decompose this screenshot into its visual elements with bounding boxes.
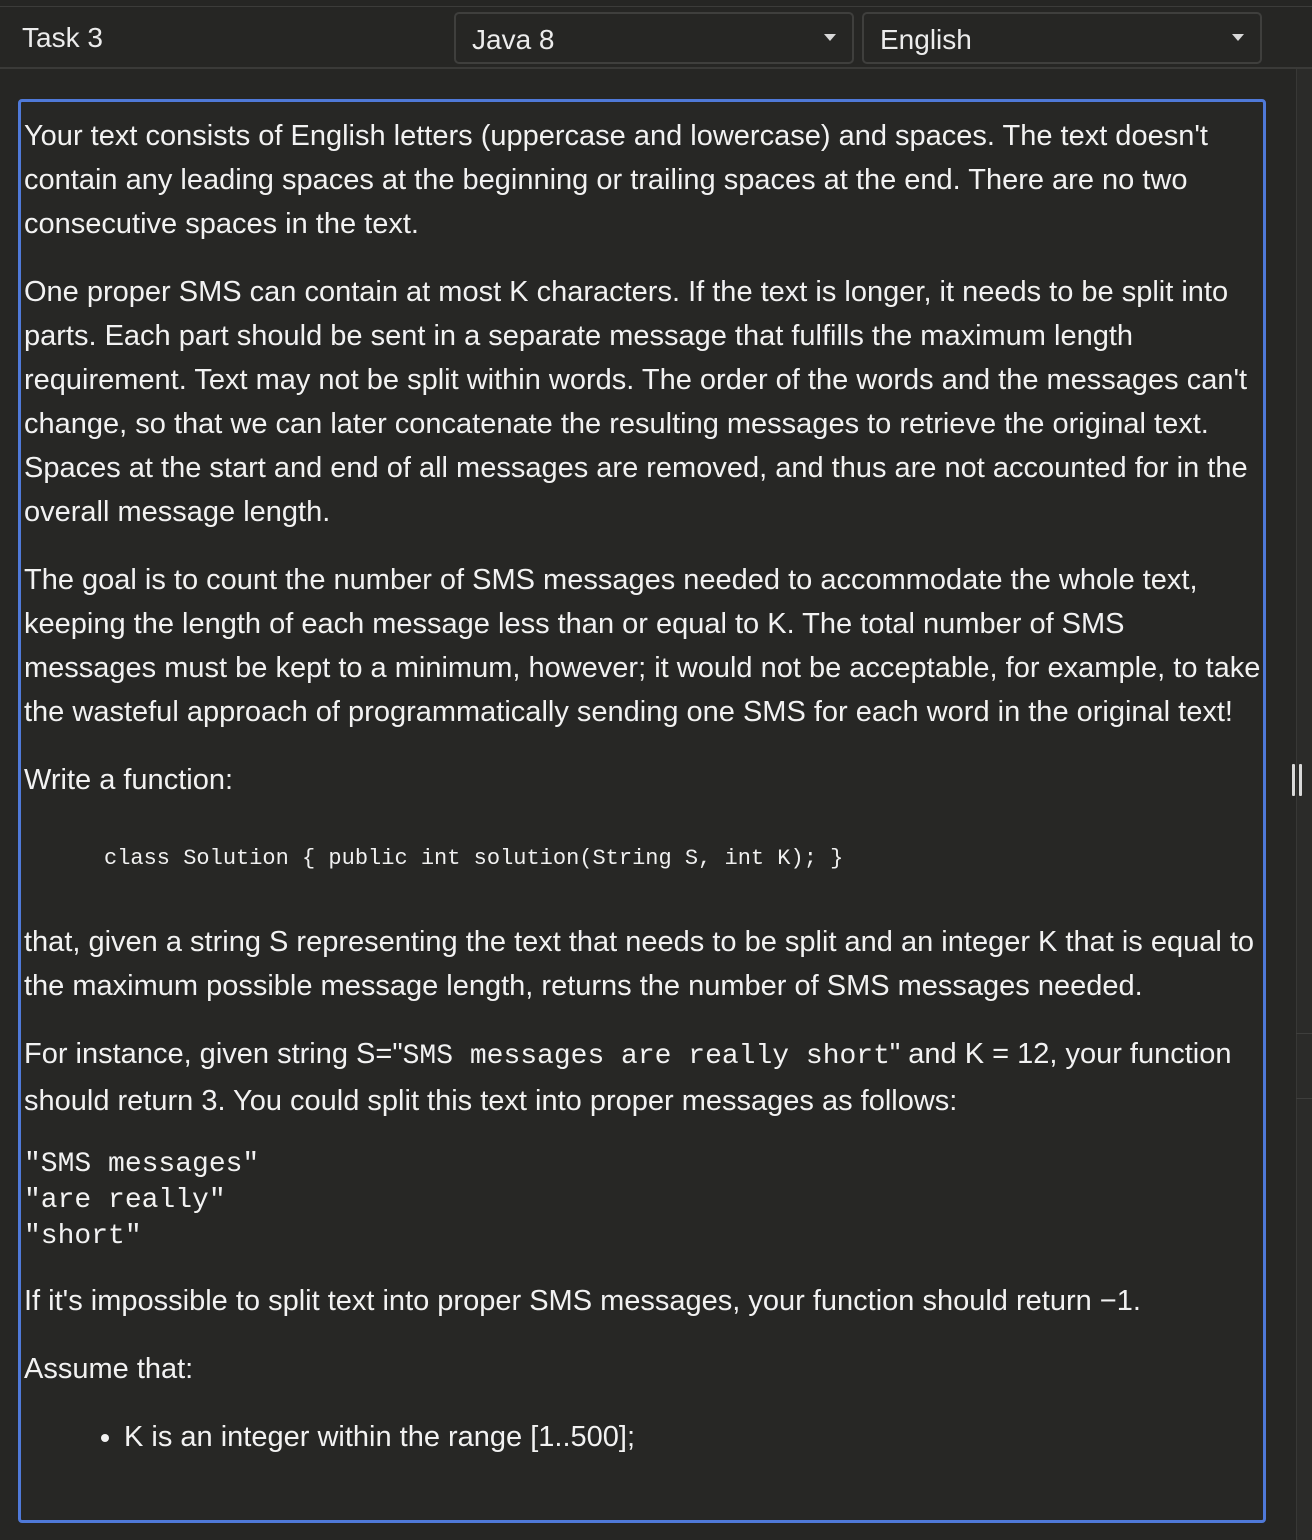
task-description: Your text consists of English letters (u…	[24, 114, 1263, 1459]
programming-language-value: Java 8	[472, 24, 555, 55]
description-paragraph: Assume that:	[24, 1353, 194, 1385]
chevron-down-icon	[1232, 34, 1244, 41]
drag-handle-bar	[1299, 764, 1302, 796]
function-signature: class Solution { public int solution(Str…	[104, 846, 844, 871]
description-paragraph: If it's impossible to split text into pr…	[24, 1285, 1141, 1317]
split-line: "are really"	[24, 1185, 226, 1216]
description-paragraph: Write a function:	[24, 764, 234, 796]
assumptions-list: K is an integer within the range [1..500…	[24, 1415, 1263, 1459]
description-paragraph: that, given a string S representing the …	[24, 926, 1255, 1002]
human-language-value: English	[880, 24, 972, 55]
drag-handle-bar	[1292, 764, 1295, 796]
task-title: Task 3	[22, 22, 103, 53]
side-panel-rail	[1296, 69, 1312, 1540]
example-string: SMS messages are really short	[402, 1041, 890, 1072]
chevron-down-icon	[824, 34, 836, 41]
split-line: "SMS messages"	[24, 1149, 260, 1180]
description-paragraph: One proper SMS can contain at most K cha…	[24, 276, 1248, 528]
task-header: Task 3 Java 8 English	[0, 7, 1312, 69]
rail-divider	[1296, 1033, 1312, 1034]
rail-divider	[1296, 1098, 1312, 1099]
split-example: "SMS messages" "are really" "short"	[24, 1147, 1263, 1255]
task-description-panel[interactable]: Your text consists of English letters (u…	[18, 99, 1266, 1523]
example-paragraph: For instance, given string S="SMS messag…	[24, 1032, 1263, 1123]
drag-handle-icon[interactable]	[1292, 764, 1304, 796]
human-language-select[interactable]: English	[862, 12, 1262, 64]
description-paragraph: The goal is to count the number of SMS m…	[24, 564, 1261, 728]
description-paragraph: Your text consists of English letters (u…	[24, 120, 1208, 240]
list-item: K is an integer within the range [1..500…	[124, 1415, 1263, 1459]
example-prefix: For instance, given string S="	[24, 1038, 403, 1070]
programming-language-select[interactable]: Java 8	[454, 12, 854, 64]
task-page: Task 3 Java 8 English Your text consists…	[0, 0, 1312, 1540]
split-line: "short"	[24, 1221, 142, 1252]
